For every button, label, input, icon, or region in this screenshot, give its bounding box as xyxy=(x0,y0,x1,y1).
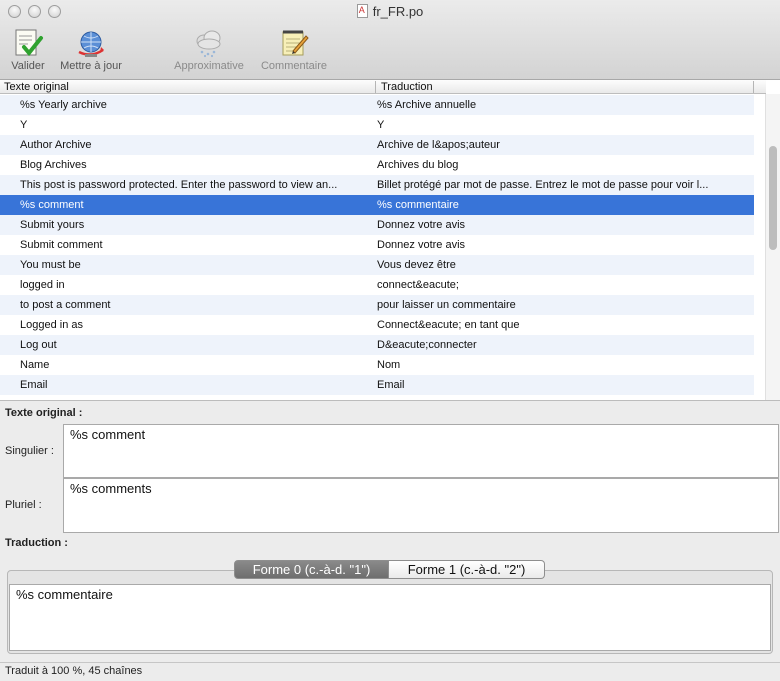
translation-cell: Email xyxy=(377,379,405,391)
table-row[interactable]: Log out D&eacute;connecter xyxy=(0,335,754,355)
table-row[interactable]: Submit comment Donnez votre avis xyxy=(0,235,754,255)
comment-button[interactable]: Commentaire xyxy=(257,28,331,72)
translation-cell: Billet protégé par mot de passe. Entrez … xyxy=(377,179,709,191)
status-text: Traduit à 100 %, 45 chaînes xyxy=(5,665,143,677)
source-cell: This post is password protected. Enter t… xyxy=(20,179,338,191)
translation-field[interactable]: %s commentaire xyxy=(9,584,771,651)
source-cell: Email xyxy=(20,379,48,391)
source-cell: Author Archive xyxy=(20,139,92,151)
source-cell: You must be xyxy=(20,259,81,271)
column-separator[interactable] xyxy=(753,81,754,93)
table-row[interactable]: Submit yours Donnez votre avis xyxy=(0,215,754,235)
source-cell: Blog Archives xyxy=(20,159,87,171)
singular-label: Singulier : xyxy=(5,445,54,457)
source-cell: logged in xyxy=(20,279,65,291)
document-icon xyxy=(356,4,368,18)
table-row[interactable]: You must be Vous devez être xyxy=(0,255,754,275)
fuzzy-button[interactable]: Approximative xyxy=(169,28,249,72)
translation-cell: D&eacute;connecter xyxy=(377,339,477,351)
table-row[interactable]: to post a comment pour laisser un comment… xyxy=(0,295,754,315)
translation-cell: connect&eacute; xyxy=(377,279,459,291)
table-row[interactable]: %s Yearly archive %s Archive annuelle xyxy=(0,95,754,115)
plural-text: %s comments xyxy=(70,481,152,496)
translation-cell: Archive de l&apos;auteur xyxy=(377,139,500,151)
table-row[interactable]: Logged in as Connect&eacute; en tant que xyxy=(0,315,754,335)
scrollbar-thumb[interactable] xyxy=(769,146,777,250)
table-row[interactable]: Author Archive Archive de l&apos;auteur xyxy=(0,135,754,155)
source-cell: %s Yearly archive xyxy=(20,99,107,111)
tab-form-1[interactable]: Forme 1 (c.-à-d. "2") xyxy=(389,560,545,579)
translation-text: %s commentaire xyxy=(16,587,113,602)
source-cell: Name xyxy=(20,359,50,371)
table-row[interactable]: logged in connect&eacute; xyxy=(0,275,754,295)
tab-form-0[interactable]: Forme 0 (c.-à-d. "1") xyxy=(234,560,389,579)
translation-cell: Connect&eacute; en tant que xyxy=(377,319,520,331)
source-cell: Y xyxy=(20,119,28,131)
translation-cell: %s Archive annuelle xyxy=(377,99,477,111)
table-rows: %s Yearly archive %s Archive annuelle YY … xyxy=(0,95,754,400)
strings-table: Texte original Traduction %s Yearly arch… xyxy=(0,80,780,400)
splitter[interactable] xyxy=(0,400,780,401)
source-cell: Submit yours xyxy=(20,219,85,231)
translation-cell: pour laisser un commentaire xyxy=(377,299,516,311)
status-bar: Traduit à 100 %, 45 chaînes xyxy=(0,662,780,681)
table-row-selected[interactable]: %s comment %s commentaire xyxy=(0,195,754,215)
table-row[interactable]: Email Email xyxy=(0,375,754,395)
source-cell: Logged in as xyxy=(20,319,83,331)
translation-heading: Traduction : xyxy=(5,537,68,549)
source-cell: Log out xyxy=(20,339,57,351)
column-separator[interactable] xyxy=(375,81,376,93)
validate-button[interactable]: Valider xyxy=(8,28,48,72)
original-text-heading: Texte original : xyxy=(5,407,83,419)
table-header: Texte original Traduction xyxy=(0,80,766,94)
notepad-pencil-icon xyxy=(282,30,309,56)
table-row[interactable]: YY xyxy=(0,115,754,135)
translation-cell: %s commentaire xyxy=(377,199,459,211)
source-cell: to post a comment xyxy=(20,299,111,311)
window-title: fr_FR.po xyxy=(0,4,780,19)
table-vertical-scrollbar[interactable] xyxy=(765,94,780,400)
update-button[interactable]: Mettre à jour xyxy=(55,28,127,72)
singular-field[interactable]: %s comment xyxy=(63,424,779,478)
plural-field[interactable]: %s comments xyxy=(63,478,779,533)
title-bar: fr_FR.po Valider Mettre à jour xyxy=(0,0,780,80)
translation-cell: Donnez votre avis xyxy=(377,219,466,231)
source-cell: %s comment xyxy=(20,199,84,211)
cloud-icon xyxy=(196,30,221,58)
table-row[interactable]: This post is password protected. Enter t… xyxy=(0,175,754,195)
table-row[interactable]: Blog Archives Archives du blog xyxy=(0,155,754,175)
source-cell: Submit comment xyxy=(20,239,103,251)
translation-cell: Y xyxy=(377,119,385,131)
column-header-source[interactable]: Texte original xyxy=(4,81,69,93)
singular-text: %s comment xyxy=(70,427,146,442)
translation-cell: Vous devez être xyxy=(377,259,456,271)
table-row[interactable]: Name Nom xyxy=(0,355,754,375)
translation-cell: Donnez votre avis xyxy=(377,239,466,251)
validate-checklist-icon xyxy=(15,29,43,57)
update-globe-icon xyxy=(78,31,104,57)
translation-cell: Archives du blog xyxy=(377,159,459,171)
translation-cell: Nom xyxy=(377,359,401,371)
column-header-translation[interactable]: Traduction xyxy=(381,81,433,93)
plural-label: Pluriel : xyxy=(5,499,42,511)
